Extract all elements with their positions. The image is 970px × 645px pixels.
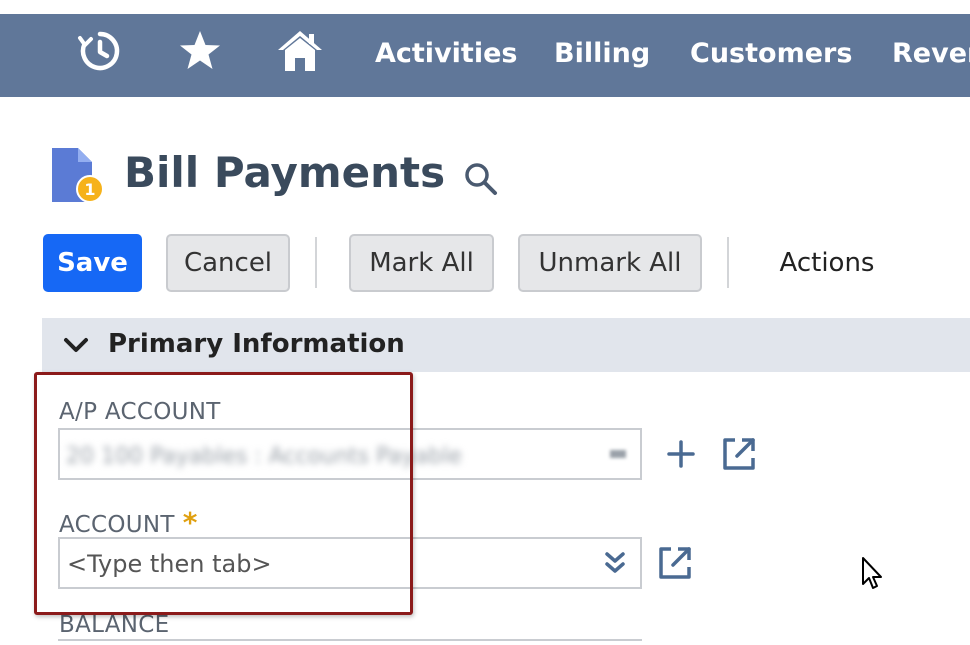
toolbar-divider bbox=[315, 237, 317, 288]
nav-link-billing[interactable]: Billing bbox=[554, 38, 650, 69]
home-icon[interactable] bbox=[276, 27, 324, 75]
toolbar-divider bbox=[727, 237, 729, 288]
unmark-all-button[interactable]: Unmark All bbox=[518, 234, 702, 292]
svg-text:1: 1 bbox=[84, 180, 95, 199]
nav-link-activities[interactable]: Activities bbox=[375, 38, 517, 69]
search-icon[interactable] bbox=[462, 160, 500, 198]
section-title: Primary Information bbox=[108, 329, 405, 359]
balance-label: BALANCE bbox=[59, 612, 170, 638]
page-title: Bill Payments bbox=[124, 148, 446, 197]
open-record-icon[interactable] bbox=[655, 543, 695, 583]
double-chevron-down-icon[interactable] bbox=[602, 550, 628, 576]
highlight-annotation-box bbox=[34, 372, 413, 615]
mark-all-button[interactable]: Mark All bbox=[349, 234, 494, 292]
star-icon[interactable] bbox=[176, 27, 224, 75]
save-button[interactable]: Save bbox=[43, 234, 142, 292]
actions-menu-button[interactable]: Actions bbox=[766, 234, 888, 292]
open-record-icon[interactable] bbox=[719, 434, 759, 474]
dropdown-icon[interactable] bbox=[610, 450, 626, 458]
chevron-down-icon[interactable] bbox=[62, 335, 90, 355]
nav-link-customers[interactable]: Customers bbox=[690, 38, 852, 69]
mouse-cursor-icon bbox=[860, 556, 886, 592]
bill-payment-icon: 1 bbox=[50, 146, 106, 206]
add-icon[interactable] bbox=[661, 434, 701, 474]
cancel-button[interactable]: Cancel bbox=[166, 234, 290, 292]
history-icon[interactable] bbox=[76, 27, 124, 75]
balance-field[interactable] bbox=[58, 639, 642, 641]
nav-link-revenue[interactable]: Rever bbox=[892, 38, 970, 69]
